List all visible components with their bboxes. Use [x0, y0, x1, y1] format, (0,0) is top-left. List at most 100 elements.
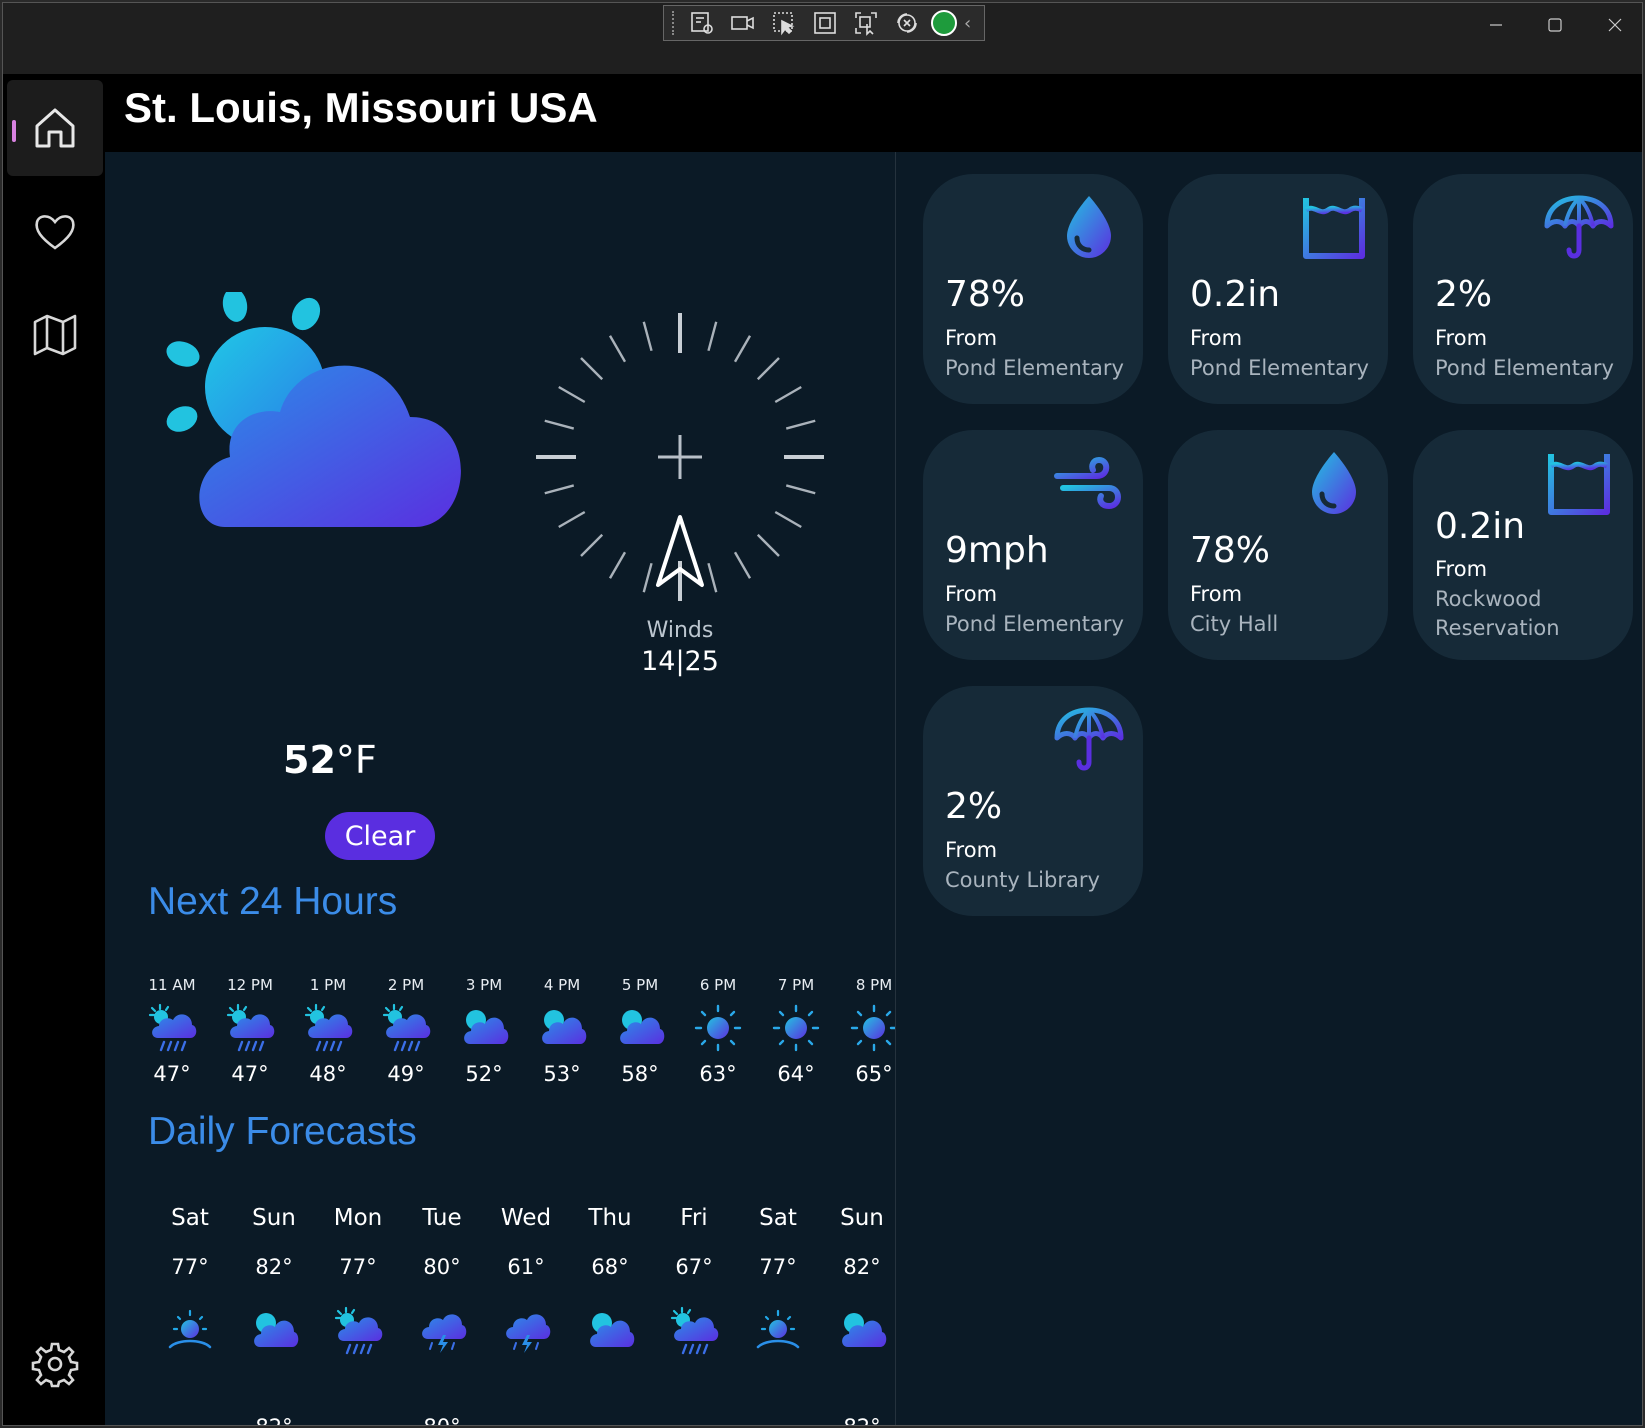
hourly-item[interactable]: 7 PM 64° [757, 976, 835, 1086]
day-name: Fri [680, 1205, 708, 1231]
hourly-item[interactable]: 3 PM 52° [445, 976, 523, 1086]
rain-sun-icon [382, 1003, 431, 1052]
card-value: 78% [1190, 530, 1271, 571]
rain-gauge-icon [1303, 198, 1365, 259]
hourly-item[interactable]: 6 PM 63° [679, 976, 757, 1086]
partly-cloudy-icon [542, 1010, 587, 1044]
nav-map[interactable] [7, 286, 103, 382]
daily-item[interactable]: Mon 77° [316, 1205, 400, 1425]
hot-reload-icon[interactable] [890, 8, 924, 38]
hour-time: 12 PM [227, 976, 273, 994]
day-high: 67° [675, 1255, 713, 1279]
hourly-item[interactable]: 1 PM 48° [289, 976, 367, 1086]
current-temperature: 52°F [283, 738, 377, 782]
toolbar-grip[interactable] [672, 11, 678, 35]
compass-tick [707, 321, 718, 352]
hour-temp: 53° [543, 1062, 581, 1086]
day-low [736, 1415, 820, 1425]
hour-time: 8 PM [855, 976, 893, 994]
hourly-item[interactable]: 11 AM 47° [133, 976, 211, 1086]
partly-cloudy-icon [620, 1010, 665, 1044]
umbrella-icon [1544, 195, 1614, 259]
daily-item[interactable]: Wed 61° [484, 1205, 568, 1425]
record-icon[interactable] [726, 8, 760, 38]
nav-sidebar [3, 76, 105, 1425]
compass-tick [608, 335, 627, 363]
hourly-item[interactable]: 12 PM 47° [211, 976, 289, 1086]
display-layout-adorners-icon[interactable] [808, 8, 842, 38]
condition-badge[interactable]: Clear [325, 812, 435, 860]
daily-item[interactable]: Sat 77° [148, 1205, 232, 1425]
daily-item[interactable]: Sun 82° 82° [232, 1205, 316, 1425]
hourly-item[interactable]: 5 PM 58° [601, 976, 679, 1086]
winds-label: Winds [646, 618, 714, 643]
station-card[interactable]: 0.2in From Rockwood Reservation [1413, 430, 1633, 660]
hourly-item[interactable]: 8 PM 65° [835, 976, 895, 1086]
compass-center-icon [658, 435, 702, 479]
station-card[interactable]: 2% From Pond Elementary [1413, 174, 1633, 404]
nav-favorites[interactable] [7, 184, 103, 280]
card-value: 2% [945, 786, 1003, 827]
rain-sun-icon [334, 1306, 383, 1355]
maximize-button[interactable] [1525, 3, 1585, 47]
station-card[interactable]: 2% From County Library [923, 686, 1143, 916]
daily-item[interactable]: Sat 77° [736, 1205, 820, 1425]
daily-item[interactable]: Thu 68° [568, 1205, 652, 1425]
home-icon [35, 108, 75, 148]
live-visual-tree-icon[interactable] [685, 8, 719, 38]
select-element-icon[interactable] [767, 8, 801, 38]
thunderstorm-icon [506, 1314, 551, 1353]
card-value: 2% [1435, 274, 1493, 315]
hourly-item[interactable]: 4 PM 53° [523, 976, 601, 1086]
map-icon [33, 314, 77, 356]
compass-tick [558, 385, 586, 404]
page-header: St. Louis, Missouri USA [105, 76, 1642, 152]
rain-sun-icon [670, 1306, 719, 1355]
day-high: 68° [591, 1255, 629, 1279]
compass-tick [580, 533, 604, 557]
day-low: 80° [400, 1415, 484, 1425]
card-station-name: City Hall [1190, 612, 1279, 636]
compass-tick [544, 484, 575, 495]
minimize-button[interactable] [1466, 3, 1526, 47]
card-station-name: Pond Elementary [1190, 356, 1369, 380]
compass-tick [733, 551, 752, 579]
station-card[interactable]: 78% From City Hall [1168, 430, 1388, 660]
daily-item[interactable]: Fri 67° [652, 1205, 736, 1425]
partly-cloudy-icon [590, 1313, 635, 1347]
hourly-forecast-list[interactable]: 11 AM 47° 12 PM 47° 1 PM 48° 2 PM 49° 3 PM 52° 4 P… [133, 976, 895, 1086]
daily-forecast-list[interactable]: Sat 77° Sun 82° 82° Mon 77° Tue 80° 80° Wed 61° Thu 6… [148, 1205, 908, 1425]
nav-settings[interactable] [7, 1316, 103, 1412]
hour-temp: 48° [309, 1062, 347, 1086]
umbrella-icon [1054, 707, 1124, 771]
partly-cloudy-icon [254, 1313, 299, 1347]
card-station-name: Pond Elementary [945, 612, 1124, 636]
hour-temp: 47° [231, 1062, 269, 1086]
heart-icon [35, 215, 75, 250]
hour-time: 3 PM [465, 976, 503, 994]
hour-time: 5 PM [621, 976, 659, 994]
day-name: Sun [840, 1205, 884, 1231]
sun-icon [694, 1004, 742, 1052]
daily-item[interactable]: Sun 82° 82° [820, 1205, 904, 1425]
station-card[interactable]: 78% From Pond Elementary [923, 174, 1143, 404]
station-card[interactable]: 0.2in From Pond Elementary [1168, 174, 1388, 404]
card-from-label: From [945, 326, 998, 350]
card-from-label: From [1435, 557, 1488, 581]
compass-tick [733, 335, 752, 363]
day-low [568, 1415, 652, 1425]
compass-tick [707, 562, 718, 593]
day-high: 61° [507, 1255, 545, 1279]
compass-tick [642, 321, 653, 352]
track-focus-icon[interactable] [849, 8, 883, 38]
hour-time: 7 PM [777, 976, 815, 994]
station-card[interactable]: 9mph From Pond Elementary [923, 430, 1143, 660]
hour-time: 1 PM [309, 976, 347, 994]
collapse-toolbar-icon[interactable]: ‹ [964, 13, 971, 34]
hourly-item[interactable]: 2 PM 49° [367, 976, 445, 1086]
nav-home[interactable] [7, 80, 103, 176]
main-content: 52°F Clear Winds 14|25 Next 24 Hours 11 … [105, 152, 1642, 1425]
daily-item[interactable]: Tue 80° 80° [400, 1205, 484, 1425]
close-button[interactable] [1585, 3, 1642, 47]
card-from-label: From [945, 838, 998, 862]
